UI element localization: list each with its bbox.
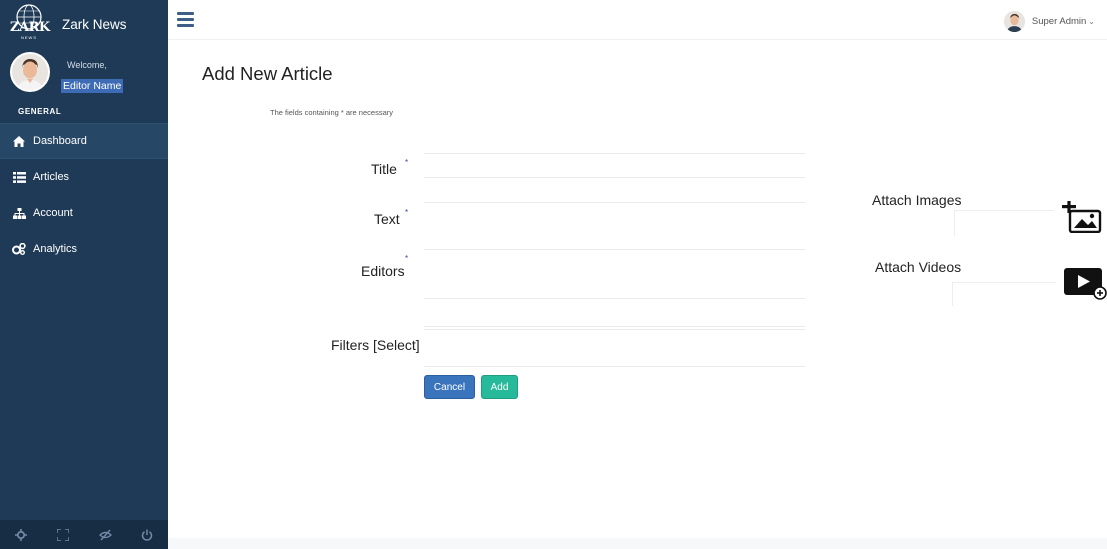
sidebar-item-dashboard[interactable]: Dashboard (0, 123, 168, 159)
settings-icon[interactable] (14, 528, 28, 542)
brand: ZARK NEWS Zark News (0, 0, 168, 46)
filters-label: Filters [Select] (331, 337, 420, 353)
editors-input[interactable] (424, 298, 805, 327)
sidebar-item-label: Dashboard (33, 135, 87, 147)
editor-name: Editor Name (61, 79, 124, 93)
welcome-text: Welcome, (67, 60, 107, 70)
title-label: Title (371, 161, 397, 177)
add-video-icon[interactable] (1064, 268, 1107, 305)
avatar[interactable] (10, 52, 50, 92)
sidebar-item-articles[interactable]: Articles (0, 159, 168, 195)
text-textarea[interactable] (424, 202, 805, 250)
zark-news-logo[interactable]: ZARK NEWS (9, 3, 50, 41)
sidebar-footer (0, 520, 168, 549)
sidebar-item-label: Analytics (33, 243, 78, 255)
cancel-button[interactable]: Cancel (424, 375, 475, 399)
home-icon (12, 135, 26, 147)
attach-videos-field[interactable] (952, 282, 1056, 306)
app-name: Zark News (62, 17, 127, 32)
required-hint: The fields containing * are necessary (270, 108, 393, 117)
avatar (1003, 10, 1025, 32)
sidebar-item-label: Articles (33, 171, 70, 183)
top-navbar: Super Admin ⌄ (168, 0, 1107, 40)
text-label: Text (374, 211, 400, 227)
page-title: Add New Article (202, 63, 333, 84)
cogs-icon (12, 243, 26, 255)
hide-icon[interactable] (98, 528, 112, 542)
sidebar-item-label: Account (33, 207, 73, 219)
user-name: Super Admin (1031, 15, 1087, 27)
fullscreen-icon[interactable] (56, 528, 70, 542)
title-input[interactable] (424, 153, 805, 178)
editors-label: Editors (361, 263, 405, 279)
filters-select[interactable] (424, 329, 805, 367)
sidebar: ZARK NEWS Zark News Welcome, Editor Name… (0, 0, 168, 549)
sidebar-item-analytics[interactable]: Analytics (0, 231, 168, 267)
attach-images-field[interactable] (954, 210, 1054, 236)
required-marker: * (405, 158, 409, 167)
power-icon[interactable] (140, 528, 154, 542)
list-icon (12, 171, 26, 183)
user-menu[interactable]: Super Admin ⌄ (1003, 10, 1095, 32)
chevron-down-icon: ⌄ (1088, 16, 1095, 26)
attach-videos-label: Attach Videos (875, 259, 962, 275)
sitemap-icon (12, 207, 26, 219)
profile-panel: Welcome, Editor Name (0, 48, 168, 98)
sidebar-nav: Dashboard Articles Account Analytics (0, 123, 168, 267)
add-button[interactable]: Add (481, 375, 518, 399)
required-marker: * (405, 208, 409, 217)
logo-text: ZARK (10, 20, 50, 35)
sidebar-section-title: GENERAL (18, 107, 62, 116)
footer-strip (168, 538, 1107, 549)
required-marker: * (405, 254, 409, 263)
logo-subtext: NEWS (21, 35, 37, 40)
attach-images-label: Attach Images (872, 192, 962, 208)
add-image-icon[interactable] (1062, 200, 1102, 238)
menu-toggle-icon[interactable] (177, 12, 194, 27)
sidebar-item-account[interactable]: Account (0, 195, 168, 231)
